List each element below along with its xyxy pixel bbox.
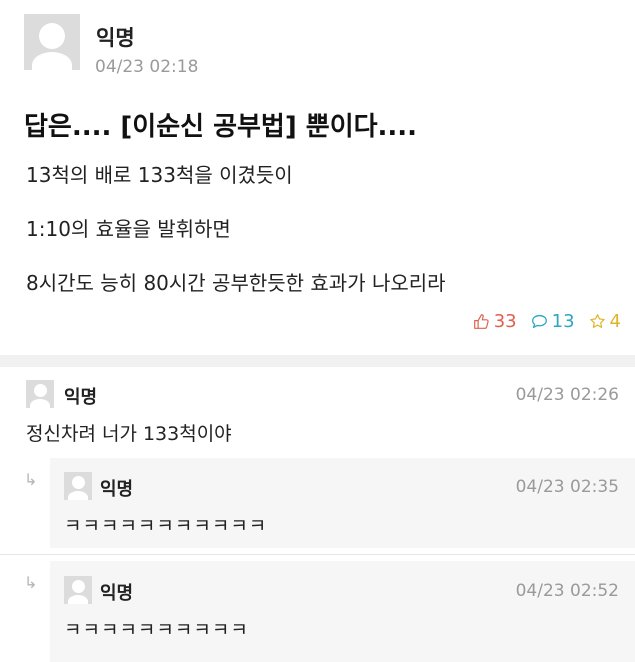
reply-item: 익명 04/23 02:52 ㅋㅋㅋㅋㅋㅋㅋㅋㅋㅋ [50, 561, 635, 662]
comment-time: 04/23 02:26 [515, 385, 619, 405]
comment-item: 익명 04/23 02:26 정신차려 너가 133척이야 [0, 367, 635, 457]
reply-author: 익명 [100, 583, 134, 604]
avatar-icon [64, 576, 92, 604]
post-card: 익명 04/23 02:18 답은.... [이순신 공부법] 뿐이다.... … [0, 0, 635, 355]
avatar-icon [26, 380, 54, 408]
scrap-count: 4 [609, 311, 621, 332]
post-time: 04/23 02:18 [95, 57, 199, 77]
comment-separator [0, 554, 635, 555]
comment-bubble-icon [531, 314, 547, 329]
reply-author: 익명 [100, 479, 134, 500]
comment-text: 정신차려 너가 133척이야 [26, 423, 232, 445]
avatar-icon [64, 472, 92, 500]
reply-arrow-icon: ↳ [24, 470, 38, 489]
reply-text: ㅋㅋㅋㅋㅋㅋㅋㅋㅋㅋ [64, 619, 249, 641]
reply-item: 익명 04/23 02:35 ㅋㅋㅋㅋㅋㅋㅋㅋㅋㅋㅋ [50, 458, 635, 548]
thumbs-up-icon [473, 314, 489, 329]
reply-time: 04/23 02:35 [515, 477, 619, 497]
reply-time: 04/23 02:52 [515, 581, 619, 601]
star-icon [589, 314, 605, 328]
post-body-line: 13척의 배로 133척을 이겼듯이 [26, 163, 293, 187]
avatar-icon [24, 14, 80, 70]
reply-arrow-icon: ↳ [24, 573, 38, 592]
post-author: 익명 [96, 26, 135, 50]
like-count: 33 [493, 311, 517, 332]
like-button[interactable]: 33 [473, 311, 517, 332]
post-stats: 33 13 4 [473, 311, 621, 332]
comment-author: 익명 [64, 387, 98, 408]
post-body-line: 1:10의 효율을 발휘하면 [26, 217, 231, 241]
comment-count-button[interactable]: 13 [531, 311, 575, 332]
comment-count: 13 [551, 311, 575, 332]
post-body-line: 8시간도 능히 80시간 공부한듯한 효과가 나오리라 [26, 271, 446, 295]
section-divider [0, 355, 635, 367]
post-title: 답은.... [이순신 공부법] 뿐이다.... [24, 112, 418, 142]
scrap-button[interactable]: 4 [589, 311, 621, 332]
reply-text: ㅋㅋㅋㅋㅋㅋㅋㅋㅋㅋㅋ [64, 515, 268, 537]
